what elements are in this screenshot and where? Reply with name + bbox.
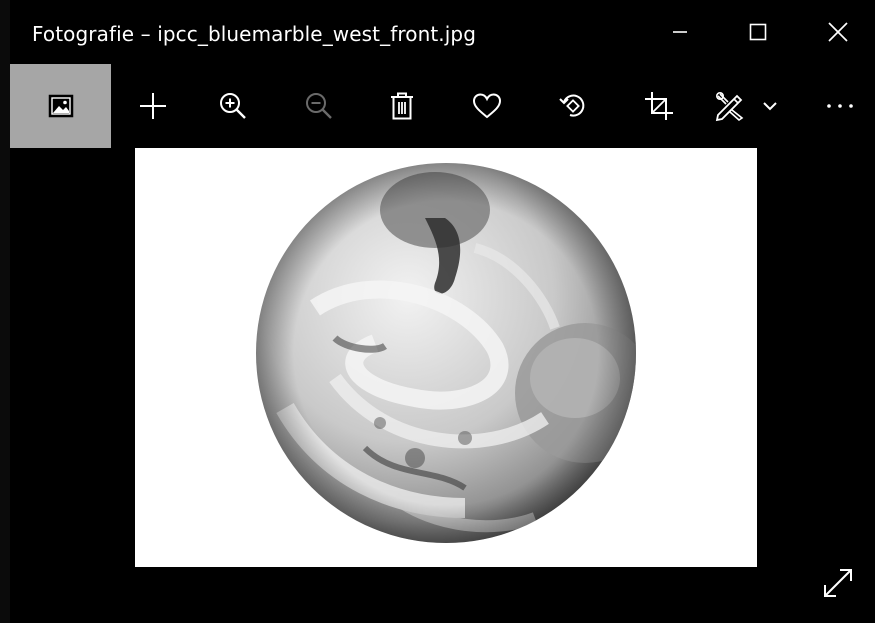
photo-image[interactable] [135,148,757,567]
earth-globe-image [256,163,636,543]
add-icon [140,93,166,119]
zoom-in-button[interactable] [208,64,258,148]
zoom-out-icon [306,93,332,119]
fullscreen-button[interactable] [818,563,858,603]
edit-menu-dropdown[interactable] [755,64,785,148]
zoom-out-button[interactable] [294,64,344,148]
close-icon [828,22,848,42]
window-title: Fotografie – ipcc_bluemarble_west_front.… [32,22,476,46]
rotate-button[interactable] [548,64,598,148]
minimize-button[interactable] [640,0,720,64]
favorite-button[interactable] [462,64,512,148]
maximize-button[interactable] [718,0,798,64]
delete-icon [391,92,413,120]
add-button[interactable] [128,64,178,148]
crop-icon [645,92,673,120]
delete-button[interactable] [377,64,427,148]
more-icon [827,104,853,108]
crop-button[interactable] [634,64,684,148]
minimize-icon [673,31,687,33]
close-button[interactable] [798,0,875,64]
rotate-icon [559,94,585,117]
zoom-in-icon [220,93,246,119]
more-options-button[interactable] [815,64,865,148]
toolbar [10,64,875,148]
image-icon [48,94,73,118]
window-border [0,0,10,623]
chevron-down-icon [763,102,777,111]
maximize-icon [749,23,767,41]
photo-viewer [10,148,875,623]
title-bar[interactable]: Fotografie – ipcc_bluemarble_west_front.… [10,0,875,64]
image-view-button[interactable] [10,64,111,148]
edit-draw-icon [715,91,744,122]
fullscreen-expand-icon [824,569,852,597]
photos-app-window: Fotografie – ipcc_bluemarble_west_front.… [0,0,875,623]
heart-icon [472,93,502,119]
edit-draw-button[interactable] [710,64,750,148]
